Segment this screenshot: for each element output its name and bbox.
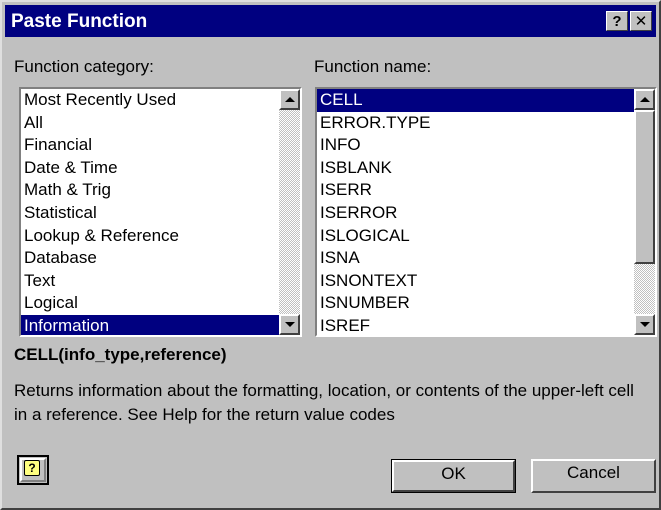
- category-list-item[interactable]: Statistical: [21, 202, 279, 225]
- office-assistant-button[interactable]: ?: [17, 455, 49, 485]
- function-list-item[interactable]: ISNONTEXT: [317, 270, 634, 293]
- function-scroll-up-button[interactable]: [634, 89, 655, 110]
- question-mark-icon: ?: [612, 13, 622, 30]
- function-list-item[interactable]: ISBLANK: [317, 157, 634, 180]
- category-list-item[interactable]: Financial: [21, 134, 279, 157]
- category-items: Most Recently Used All Financial Date & Tim…: [21, 89, 279, 335]
- function-list-item[interactable]: ISLOGICAL: [317, 225, 634, 248]
- window-title: Paste Function: [11, 11, 148, 32]
- scroll-up-arrow-icon: [640, 97, 650, 102]
- office-assistant-icon: ?: [24, 460, 40, 476]
- function-items: CELL ERROR.TYPE INFO ISBLANK ISERR ISERROR ISL…: [317, 89, 634, 335]
- category-list-item[interactable]: Logical: [21, 292, 279, 315]
- function-syntax: CELL(info_type,reference): [14, 345, 227, 364]
- scroll-down-arrow-icon: [285, 322, 295, 327]
- category-list-item[interactable]: Date & Time: [21, 157, 279, 180]
- ok-button[interactable]: OK: [391, 459, 516, 493]
- title-close-button[interactable]: ✕: [630, 11, 652, 31]
- function-list-item[interactable]: ISNUMBER: [317, 292, 634, 315]
- category-list-item[interactable]: Math & Trig: [21, 179, 279, 202]
- category-list-item[interactable]: Information: [21, 314, 279, 335]
- function-list-item[interactable]: ISERR: [317, 179, 634, 202]
- function-list-item[interactable]: ISNA: [317, 247, 634, 270]
- category-list-item[interactable]: Most Recently Used: [21, 89, 279, 112]
- category-list-item[interactable]: All: [21, 112, 279, 135]
- function-name-label: Function name:: [314, 57, 432, 76]
- title-bar[interactable]: Paste Function ? ✕: [5, 5, 656, 37]
- function-scrollbar[interactable]: [634, 89, 655, 335]
- cancel-button-label: Cancel: [567, 463, 620, 482]
- function-list-item[interactable]: ISERROR: [317, 202, 634, 225]
- function-name-list[interactable]: CELL ERROR.TYPE INFO ISBLANK ISERR ISERROR ISL…: [315, 87, 657, 337]
- function-list-item[interactable]: INFO: [317, 134, 634, 157]
- category-list-item[interactable]: Database: [21, 247, 279, 270]
- ok-button-label: OK: [441, 464, 466, 483]
- category-scroll-down-button[interactable]: [279, 314, 300, 335]
- function-list-item[interactable]: ISREF: [317, 315, 634, 335]
- function-category-label: Function category:: [14, 57, 154, 76]
- scroll-up-arrow-icon: [285, 97, 295, 102]
- category-scroll-up-button[interactable]: [279, 89, 300, 110]
- title-help-button[interactable]: ?: [606, 11, 628, 31]
- category-list-item[interactable]: Lookup & Reference: [21, 225, 279, 248]
- function-scroll-down-button[interactable]: [634, 314, 655, 335]
- paste-function-dialog: Paste Function ? ✕ Function category: Mo…: [0, 0, 661, 510]
- function-description: Returns information about the formatting…: [14, 381, 634, 424]
- scroll-down-arrow-icon: [640, 322, 650, 327]
- category-list-item[interactable]: Text: [21, 270, 279, 293]
- close-icon: ✕: [634, 13, 648, 30]
- function-list-item[interactable]: ERROR.TYPE: [317, 112, 634, 135]
- function-category-list[interactable]: Most Recently Used All Financial Date & Tim…: [19, 87, 302, 337]
- category-scrollbar[interactable]: [279, 89, 300, 335]
- function-list-item[interactable]: CELL: [317, 89, 634, 112]
- function-scroll-thumb[interactable]: [634, 110, 655, 264]
- cancel-button[interactable]: Cancel: [531, 459, 656, 493]
